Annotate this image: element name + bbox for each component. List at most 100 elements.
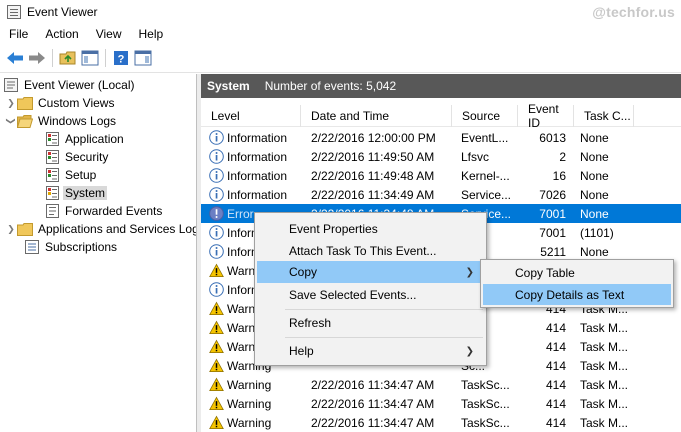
toolbar-separator [52, 49, 53, 67]
menu-item-attach-task[interactable]: Attach Task To This Event... [257, 240, 484, 262]
table-row[interactable]: Warning 2/22/2016 11:34:47 AM TaskSc... 414… [201, 413, 681, 432]
chevron-right-icon[interactable]: ❯ [5, 223, 17, 235]
cell-date: 2/22/2016 11:34:47 AM [311, 377, 435, 392]
cell-task-category: Task M... [580, 320, 629, 335]
folder-open-icon [17, 113, 33, 129]
cell-date: 2/22/2016 12:00:00 PM [311, 130, 436, 145]
information-icon [209, 187, 224, 202]
column-header-source[interactable]: Source [452, 105, 518, 127]
cell-task-category: Task M... [580, 358, 629, 373]
tree-item-setup[interactable]: Setup [44, 166, 98, 184]
cell-level: Information [201, 130, 301, 145]
cell-level: Information [201, 168, 301, 183]
menu-view[interactable]: View [86, 27, 129, 41]
cell-task-category: None [580, 206, 609, 221]
copy-submenu: Copy Table Copy Details as Text [480, 259, 674, 308]
context-menu: Event Properties Attach Task To This Eve… [254, 212, 487, 366]
menu-help[interactable]: Help [129, 27, 171, 41]
back-arrow-icon[interactable] [4, 47, 26, 69]
error-icon [209, 206, 224, 221]
tree-item-root[interactable]: Event Viewer (Local) [3, 76, 137, 94]
level-text: Information [227, 130, 288, 145]
tree-label-custom-views: Custom Views [38, 96, 115, 110]
tree-item-forwarded-events[interactable]: Forwarded Events [44, 202, 164, 220]
menu-bar: File Action View Help [0, 24, 681, 44]
column-header-task[interactable]: Task C... [574, 105, 634, 127]
information-icon [209, 225, 224, 240]
action-pane-icon[interactable] [132, 47, 154, 69]
subscriptions-icon [24, 239, 40, 255]
menu-item-event-properties[interactable]: Event Properties [257, 218, 484, 240]
tree-item-custom-views[interactable]: ❯ Custom Views [5, 94, 116, 112]
menu-item-help-label: Help [289, 344, 314, 358]
menu-separator [285, 337, 483, 338]
chevron-down-icon[interactable]: ❯ [5, 115, 17, 127]
cell-event-id: 414 [545, 377, 566, 392]
cell-task-category: None [580, 130, 609, 145]
help-icon[interactable]: ? [110, 47, 132, 69]
cell-task-category: Task M... [580, 377, 629, 392]
cell-date: 2/22/2016 11:49:48 AM [311, 168, 435, 183]
table-row[interactable]: Information 2/22/2016 11:34:49 AM Service.… [201, 185, 681, 204]
log-icon [44, 149, 60, 165]
cell-task-category: None [580, 187, 609, 202]
cell-date: 2/22/2016 11:49:50 AM [311, 149, 435, 164]
table-row[interactable]: Warning 2/22/2016 11:34:47 AM TaskSc... 414… [201, 375, 681, 394]
level-text: Warning [227, 377, 272, 392]
cell-source: TaskSc... [461, 396, 510, 411]
log-icon [44, 203, 60, 219]
table-row[interactable]: Warning 2/22/2016 11:34:47 AM TaskSc... 414… [201, 394, 681, 413]
cell-task-category: (1101) [580, 225, 614, 240]
warning-icon [209, 377, 224, 392]
menu-action[interactable]: Action [35, 27, 85, 41]
cell-event-id: 414 [545, 358, 566, 373]
cell-event-id: 414 [545, 320, 566, 335]
folder-icon [17, 95, 33, 111]
tree-item-security[interactable]: Security [44, 148, 110, 166]
menu-file[interactable]: File [0, 27, 35, 41]
watermark: @techfor.us [592, 4, 675, 20]
cell-event-id: 5211 [540, 244, 566, 259]
title-bar: Event Viewer [0, 0, 681, 24]
forward-arrow-icon[interactable] [26, 47, 48, 69]
menu-item-help[interactable]: Help ❯ [257, 340, 484, 362]
table-row[interactable]: Information 2/22/2016 11:49:50 AM Lfsvc 2 No… [201, 147, 681, 166]
menu-item-refresh[interactable]: Refresh [257, 312, 484, 334]
tree-item-subscriptions[interactable]: Subscriptions [24, 238, 119, 256]
chevron-right-icon[interactable]: ❯ [5, 97, 17, 109]
column-header-level[interactable]: Level [201, 105, 301, 127]
column-header-date[interactable]: Date and Time [301, 105, 452, 127]
cell-task-category: Task M... [580, 339, 629, 354]
column-header-event-id[interactable]: Event ID [518, 102, 574, 130]
toolbar-separator [105, 49, 106, 67]
tree-label-setup: Setup [65, 168, 97, 182]
tree-item-system[interactable]: System [44, 184, 108, 202]
folder-up-icon[interactable] [57, 47, 79, 69]
navigation-tree: Event Viewer (Local) ❯ Custom Views ❯ Wi… [0, 74, 197, 432]
menu-item-copy-details-text[interactable]: Copy Details as Text [483, 284, 671, 305]
chevron-right-icon: ❯ [465, 345, 474, 357]
tree-item-apps-services[interactable]: ❯ Applications and Services Logs [5, 220, 196, 238]
information-icon [209, 168, 224, 183]
table-row[interactable]: Information 2/22/2016 12:00:00 PM EventL..… [201, 128, 681, 147]
warning-icon [209, 358, 224, 373]
cell-source: EventL... [461, 130, 509, 145]
tree-item-application[interactable]: Application [44, 130, 126, 148]
menu-item-copy-table[interactable]: Copy Table [483, 262, 671, 283]
cell-event-id: 7001 [539, 206, 566, 221]
tree-label-root: Event Viewer (Local) [24, 78, 135, 92]
table-row[interactable]: Information 2/22/2016 11:49:48 AM Kernel-.… [201, 166, 681, 185]
menu-item-save-selected[interactable]: Save Selected Events... [257, 284, 484, 306]
tree-item-windows-logs[interactable]: ❯ Windows Logs [5, 112, 118, 130]
cell-task-category: Task M... [580, 415, 629, 430]
menu-item-copy[interactable]: Copy ❯ [257, 261, 484, 283]
tree-label-security: Security [65, 150, 109, 164]
information-icon [209, 130, 224, 145]
warning-icon [209, 320, 224, 335]
menu-item-copy-label: Copy [289, 265, 318, 279]
show-hide-tree-icon[interactable] [79, 47, 101, 69]
level-text: Information [227, 168, 288, 183]
tree-label-subscriptions: Subscriptions [45, 240, 118, 254]
cell-task-category: None [580, 149, 609, 164]
tree-label-application: Application [65, 132, 124, 146]
